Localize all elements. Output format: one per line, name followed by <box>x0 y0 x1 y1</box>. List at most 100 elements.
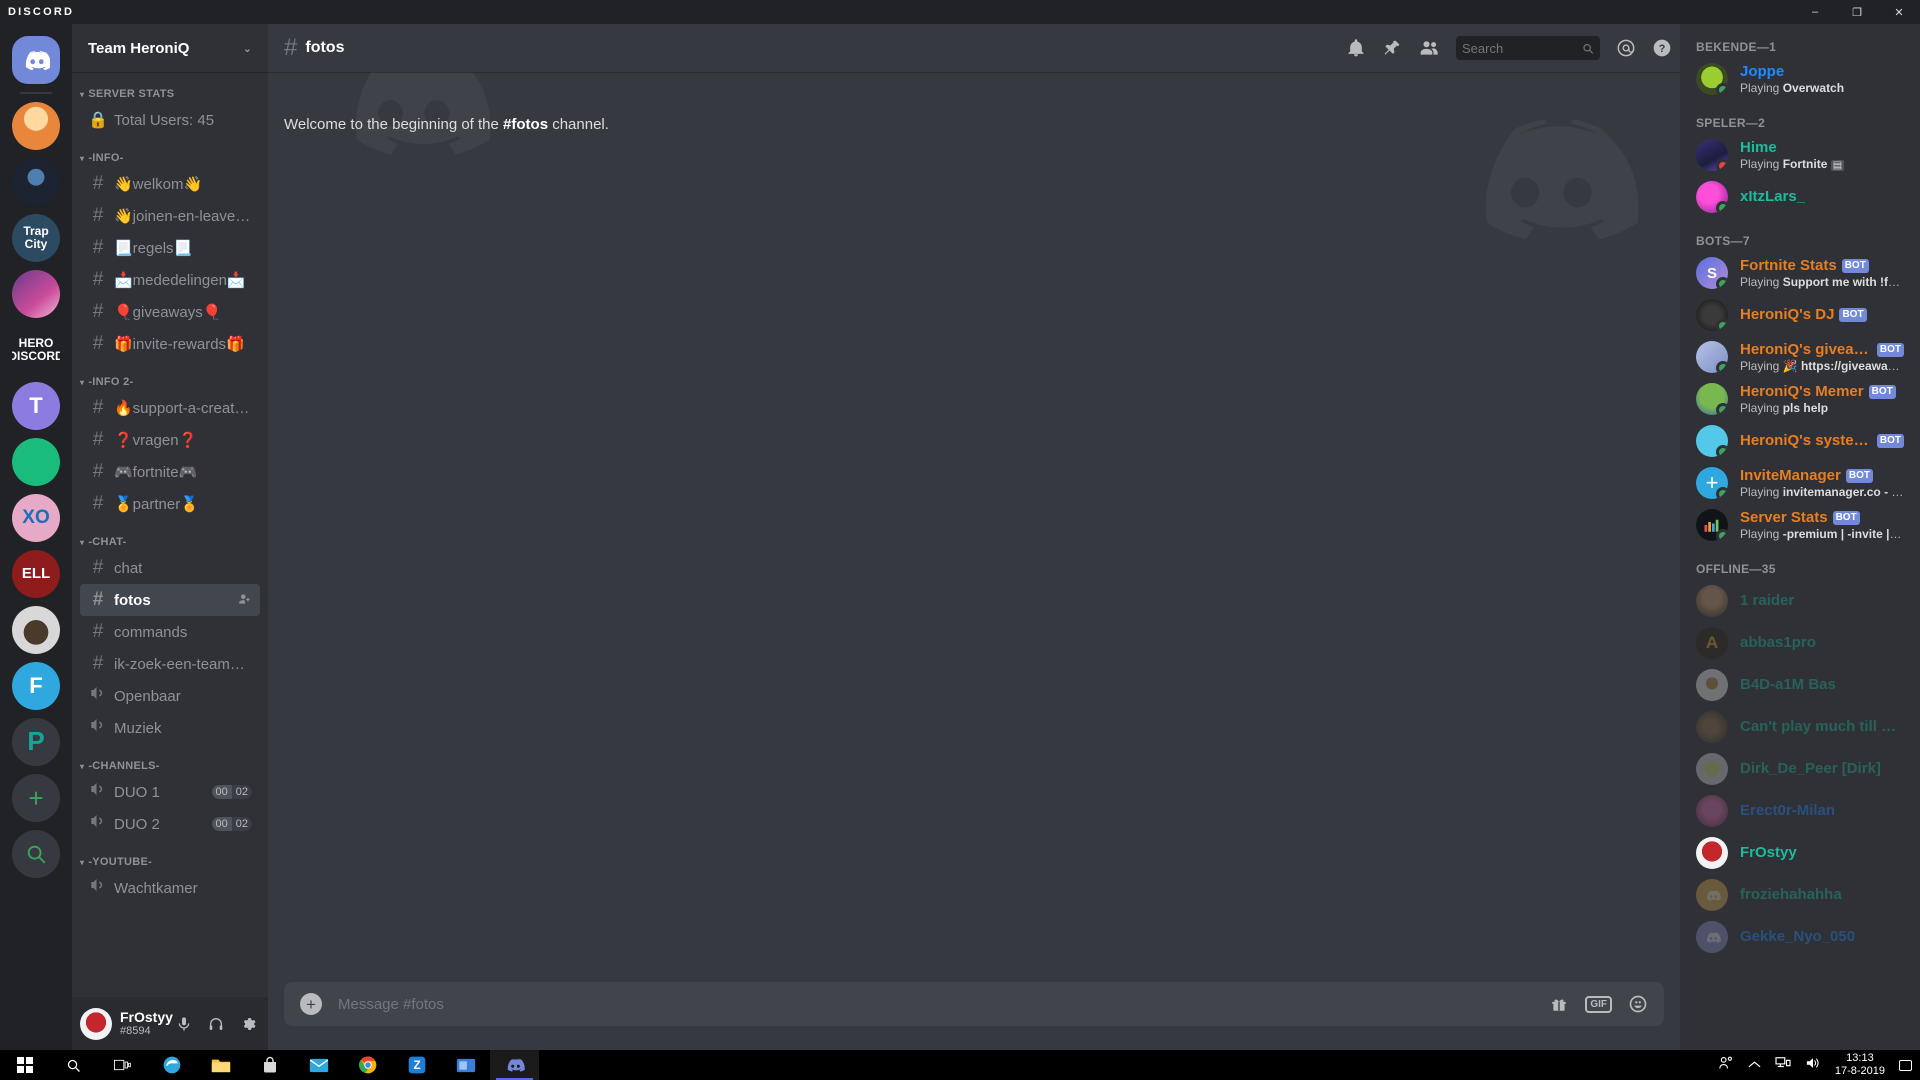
channel-chat[interactable]: # chat <box>80 552 260 584</box>
category-info-2[interactable]: ▾ -INFO 2- <box>72 360 268 392</box>
taskbar-app-chrome[interactable] <box>343 1050 392 1080</box>
composer-box[interactable]: + GIF <box>284 982 1664 1026</box>
taskbar-app-discord[interactable] <box>490 1050 539 1080</box>
guild-rail[interactable]: Trap City HERO DISCORD T XO ELL F P + <box>0 24 72 1050</box>
pin-icon[interactable] <box>1382 38 1402 58</box>
member-b4d-a1m-bas[interactable]: B4D-a1M Bas <box>1688 664 1912 706</box>
emoji-icon[interactable] <box>1628 994 1648 1014</box>
member-cant-play-much[interactable]: Can't play much till 22 ... <box>1688 706 1912 748</box>
category-chat[interactable]: ▾ -CHAT- <box>72 520 268 552</box>
member-hime[interactable]: Hime Playing Fortnite ▤ <box>1688 134 1912 176</box>
add-member-icon[interactable] <box>238 592 252 609</box>
channel-partner[interactable]: # 🏅partner🏅 <box>80 488 260 520</box>
guild-icon-cat[interactable] <box>12 606 60 654</box>
taskbar-search-button[interactable] <box>49 1050 98 1080</box>
message-input[interactable] <box>338 995 1534 1013</box>
guild-icon-trap-city[interactable]: Trap City <box>12 214 60 262</box>
guild-icon-6[interactable]: T <box>12 382 60 430</box>
help-icon[interactable]: ? <box>1652 38 1672 58</box>
member-heroniqs-giveaway[interactable]: HeroniQ's giveaw... BOT Playing 🎉 https:… <box>1688 336 1912 378</box>
channel-regels[interactable]: # 📃regels📃 <box>80 232 260 264</box>
member-heroniqs-memer[interactable]: HeroniQ's Memer BOT Playing pls help <box>1688 378 1912 420</box>
member-xitzlars[interactable]: xItzLars_ <box>1688 176 1912 218</box>
guild-icon-7[interactable] <box>12 438 60 486</box>
category-info[interactable]: ▾ -INFO- <box>72 136 268 168</box>
member-heroniqs-dj[interactable]: HeroniQ's DJ BOT <box>1688 294 1912 336</box>
voice-channel-openbaar[interactable]: Openbaar <box>80 680 260 712</box>
maximize-button[interactable]: ❐ <box>1836 0 1878 24</box>
member-gekke-nyo-050[interactable]: Gekke_Nyo_050 <box>1688 916 1912 958</box>
member-list[interactable]: BEKENDE—1 Joppe Playing Overwatch SPELER… <box>1680 24 1920 1050</box>
channel-commands[interactable]: # commands <box>80 616 260 648</box>
taskbar-app-mail[interactable] <box>294 1050 343 1080</box>
guild-icon-1[interactable] <box>12 102 60 150</box>
channel-invite-rewards[interactable]: # 🎁invite-rewards🎁 <box>80 328 260 360</box>
bell-icon[interactable] <box>1346 38 1366 58</box>
voice-channel-muziek[interactable]: Muziek <box>80 712 260 744</box>
attach-button[interactable]: + <box>300 993 322 1015</box>
gif-button[interactable]: GIF <box>1585 995 1612 1013</box>
guild-home-button[interactable] <box>12 36 60 84</box>
member-erect0r-milan[interactable]: Erect0r-Milan <box>1688 790 1912 832</box>
gear-icon[interactable] <box>236 1012 260 1036</box>
category-channels[interactable]: ▾ -CHANNELS- <box>72 744 268 776</box>
guild-icon-ell[interactable]: ELL <box>12 550 60 598</box>
channel-joinen-en-leaven[interactable]: # 👋joinen-en-leaven👋 <box>80 200 260 232</box>
clock[interactable]: 13:13 17-8-2019 <box>1835 1052 1885 1078</box>
channel-mededelingen[interactable]: # 📩mededelingen📩 <box>80 264 260 296</box>
task-view-button[interactable] <box>98 1050 147 1080</box>
close-button[interactable]: ✕ <box>1878 0 1920 24</box>
guild-icon-p[interactable]: P <box>12 718 60 766</box>
member-dirk-de-peer[interactable]: Dirk_De_Peer [Dirk] <box>1688 748 1912 790</box>
member-abbas1pro[interactable]: A abbas1pro <box>1688 622 1912 664</box>
tray-volume-icon[interactable] <box>1805 1056 1821 1075</box>
guild-icon-4[interactable] <box>12 270 60 318</box>
minimize-button[interactable]: – <box>1794 0 1836 24</box>
member-joppe[interactable]: Joppe Playing Overwatch <box>1688 58 1912 100</box>
search-input[interactable] <box>1456 36 1600 60</box>
member-heroniqs-systeem[interactable]: HeroniQ's systeem BOT <box>1688 420 1912 462</box>
taskbar-app-file-explorer[interactable] <box>196 1050 245 1080</box>
voice-channel-duo-2[interactable]: DUO 2 00 02 <box>80 808 260 840</box>
tray-chevron-up[interactable] <box>1748 1056 1761 1074</box>
voice-channel-wachtkamer[interactable]: Wachtkamer <box>80 872 260 904</box>
tray-network-icon[interactable] <box>1775 1056 1791 1075</box>
members-icon[interactable] <box>1418 38 1440 58</box>
taskbar-app-unknown[interactable] <box>441 1050 490 1080</box>
guild-icon-2[interactable] <box>12 158 60 206</box>
tray-people-icon[interactable] <box>1718 1056 1734 1075</box>
add-server-button[interactable]: + <box>12 774 60 822</box>
member-server-stats[interactable]: Server Stats BOT Playing -premium | -inv… <box>1688 504 1912 546</box>
channel-fotos[interactable]: # fotos <box>80 584 260 616</box>
start-button[interactable] <box>0 1050 49 1080</box>
member-fortnite-stats[interactable]: S Fortnite Stats BOT Playing Support me … <box>1688 252 1912 294</box>
taskbar-app-z[interactable]: Z <box>392 1050 441 1080</box>
headphones-icon[interactable] <box>204 1012 228 1036</box>
mention-icon[interactable] <box>1616 38 1636 58</box>
taskbar-app-edge[interactable] <box>147 1050 196 1080</box>
member-invitemanager[interactable]: + InviteManager BOT Playing invitemanage… <box>1688 462 1912 504</box>
microphone-icon[interactable] <box>172 1012 196 1036</box>
member-frostyy[interactable]: FrOstyy <box>1688 832 1912 874</box>
channel-ik-zoek-een-teammate[interactable]: # ik-zoek-een-teammate <box>80 648 260 680</box>
action-center-icon[interactable] <box>1899 1059 1912 1071</box>
message-list[interactable]: Welcome to the beginning of the #fotos c… <box>268 72 1680 982</box>
category-youtube[interactable]: ▾ -YOUTUBE- <box>72 840 268 872</box>
channel-fortnite[interactable]: # 🎮fortnite🎮 <box>80 456 260 488</box>
server-header[interactable]: Team HeroniQ ⌄ <box>72 24 268 72</box>
channel-vragen[interactable]: # ❓vragen❓ <box>80 424 260 456</box>
channel-giveaways[interactable]: # 🎈giveaways🎈 <box>80 296 260 328</box>
taskbar-app-microsoft-store[interactable] <box>245 1050 294 1080</box>
gift-icon[interactable] <box>1549 995 1569 1013</box>
search-field[interactable] <box>1462 40 1583 56</box>
guild-icon-xo[interactable]: XO <box>12 494 60 542</box>
guild-icon-f[interactable]: F <box>12 662 60 710</box>
guild-icon-heroniq[interactable]: HERO DISCORD <box>12 326 60 374</box>
avatar[interactable] <box>80 1007 112 1040</box>
member-1-raider[interactable]: 1 raider <box>1688 580 1912 622</box>
channel-support-a-creator[interactable]: # 🔥support-a-creator🔥 <box>80 392 260 424</box>
explore-servers-button[interactable] <box>12 830 60 878</box>
category-server-stats[interactable]: ▾ SERVER STATS <box>72 88 268 104</box>
voice-channel-duo-1[interactable]: DUO 1 00 02 <box>80 776 260 808</box>
channel-welkom[interactable]: # 👋welkom👋 <box>80 168 260 200</box>
